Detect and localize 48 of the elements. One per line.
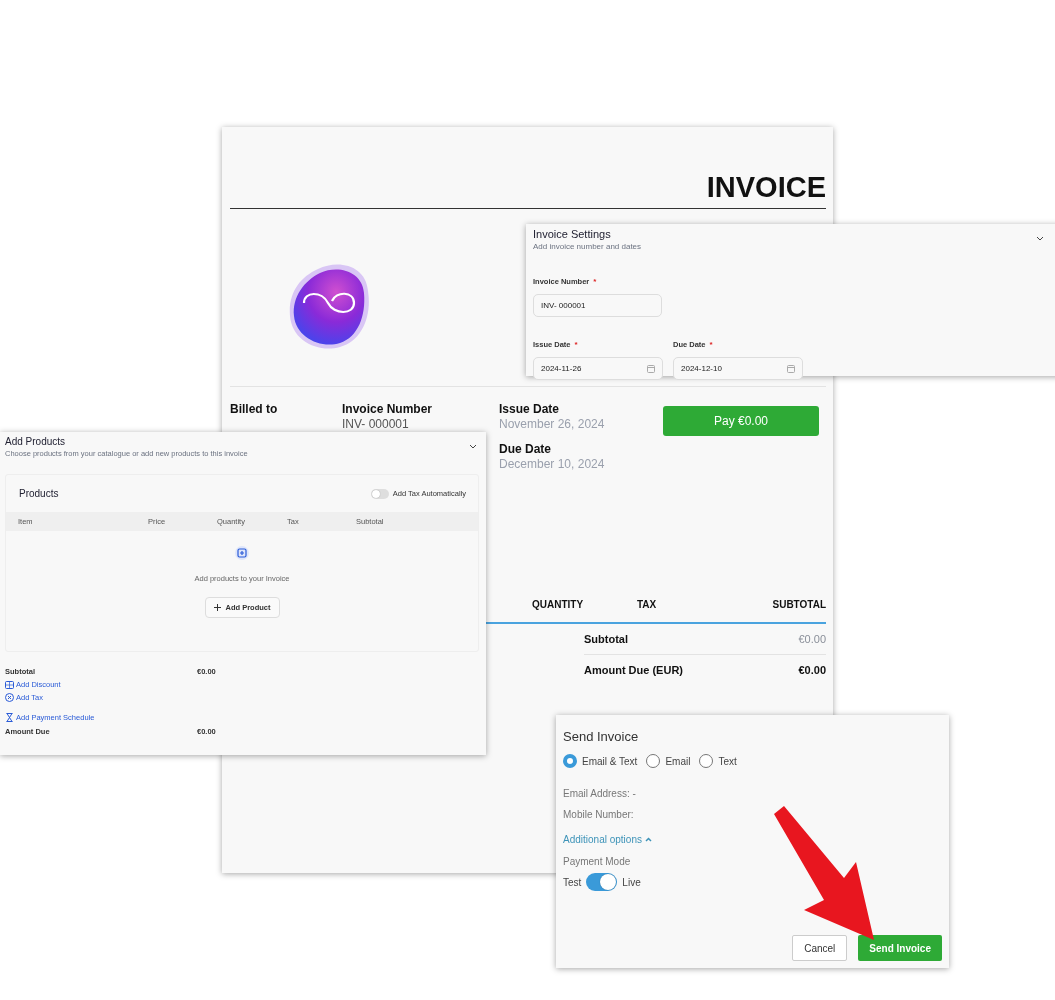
calendar-icon xyxy=(787,364,795,373)
chevron-up-icon xyxy=(644,837,652,842)
invoice-title: INVOICE xyxy=(230,171,826,209)
required-mark: * xyxy=(593,277,597,286)
panel-title: Add Products xyxy=(5,436,66,447)
column-header: SUBTOTAL xyxy=(771,599,826,610)
radio-option[interactable]: Email & Text xyxy=(563,754,638,768)
invoice-number-value: INV- 000001 xyxy=(342,417,410,432)
amount-due-value: €0.00 xyxy=(798,664,826,676)
calendar-icon xyxy=(647,364,655,373)
cancel-button[interactable]: Cancel xyxy=(792,935,848,961)
column-header: QUANTITY xyxy=(532,599,585,610)
input-field[interactable]: INV- 000001 xyxy=(533,294,662,317)
issue-date-value: November 26, 2024 xyxy=(499,417,606,432)
due-date-label: Due Date xyxy=(499,441,552,457)
chevron-down-icon[interactable] xyxy=(1036,236,1044,241)
panel-title: Invoice Settings xyxy=(533,228,611,240)
due-date-value: December 10, 2024 xyxy=(499,457,606,472)
hourglass-icon xyxy=(5,713,14,722)
date-field[interactable]: 2024-11-26 xyxy=(533,357,663,380)
payment-mode-label: Payment Mode xyxy=(563,856,632,867)
chevron-down-icon[interactable] xyxy=(469,444,477,449)
required-mark: * xyxy=(709,340,713,349)
radio-option[interactable]: Text xyxy=(699,754,737,768)
invoice-number-label: Invoice Number xyxy=(342,401,434,417)
ticket-icon xyxy=(5,680,14,689)
products-heading: Products xyxy=(19,488,59,499)
payment-mode-toggle[interactable] xyxy=(586,873,618,891)
panel-subtitle: Add invoice number and dates xyxy=(533,242,642,251)
issue-date-label: Issue Date xyxy=(499,401,561,417)
subtotal-label: Subtotal xyxy=(584,633,628,645)
radio-option[interactable]: Email xyxy=(646,754,691,768)
billed-to-label: Billed to xyxy=(230,401,279,417)
plus-icon xyxy=(213,604,221,611)
logo-icon xyxy=(288,261,372,351)
column-header: TAX xyxy=(637,599,657,610)
test-label: Test xyxy=(563,876,582,888)
cross-circle-icon xyxy=(5,693,14,702)
mobile-number-label: Mobile Number: xyxy=(563,809,635,820)
add-box-icon xyxy=(235,546,249,560)
subtotal-value: €0.00 xyxy=(798,633,826,645)
amount-due-label: Amount Due (EUR) xyxy=(584,664,683,676)
dialog-title: Send Invoice xyxy=(563,729,640,744)
date-field[interactable]: 2024-12-10 xyxy=(673,357,803,380)
email-address-label: Email Address: - xyxy=(563,788,637,799)
auto-tax-toggle[interactable] xyxy=(370,488,389,499)
live-label: Live xyxy=(622,876,641,888)
required-mark: * xyxy=(574,340,578,349)
